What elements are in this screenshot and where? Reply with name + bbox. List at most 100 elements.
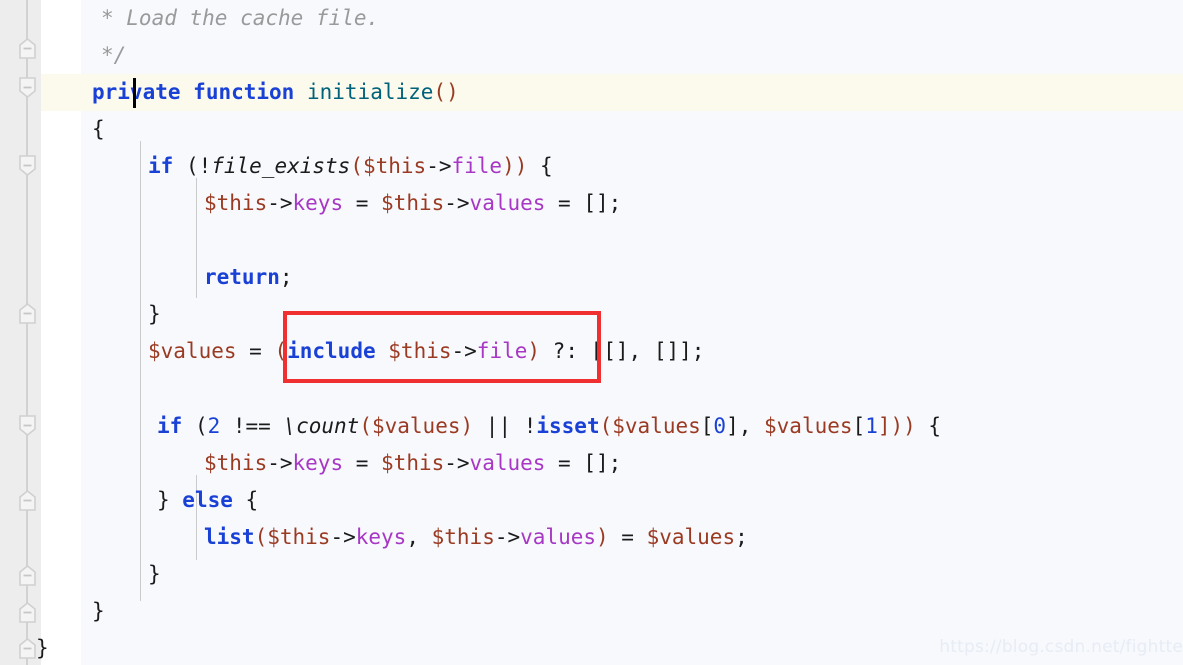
code-line[interactable]: $this->keys = $this->values = []; bbox=[0, 185, 621, 222]
code-token-punct: ], bbox=[726, 414, 765, 438]
code-token-plain: = bbox=[343, 451, 382, 475]
code-token-punct: } bbox=[148, 562, 161, 586]
code-line[interactable]: if (!file_exists($this->file)) { bbox=[0, 148, 553, 185]
code-token-var: $this bbox=[381, 191, 445, 215]
code-token-punct: ?: [[], []]; bbox=[540, 339, 705, 363]
code-token-var: $values bbox=[148, 339, 237, 363]
code-line[interactable]: } bbox=[0, 593, 105, 630]
code-token-plain: -> bbox=[267, 451, 293, 475]
code-token-plain: !== bbox=[220, 414, 284, 438]
code-token-var: $this bbox=[431, 525, 495, 549]
code-token-plain: -> bbox=[267, 191, 293, 215]
code-line[interactable]: } bbox=[0, 630, 49, 665]
code-line[interactable]: $this->keys = $this->values = []; bbox=[0, 445, 621, 482]
code-token-plain: -> bbox=[330, 525, 356, 549]
code-line[interactable]: return; bbox=[0, 259, 293, 296]
code-token-var: $values bbox=[764, 414, 853, 438]
code-editor-screenshot: * Load the cache file. */ private function… bbox=[0, 0, 1183, 665]
code-line[interactable]: } bbox=[0, 556, 161, 593]
code-token-paren: ( bbox=[350, 154, 363, 178]
code-token-var: $values bbox=[612, 414, 701, 438]
code-token-paren: ])) bbox=[877, 414, 916, 438]
code-line[interactable]: $values = (include $this->file) ?: [[], … bbox=[0, 333, 704, 370]
code-line[interactable]: } bbox=[0, 296, 161, 333]
code-token-prop: file bbox=[476, 339, 528, 363]
code-token-punct: } bbox=[92, 599, 105, 623]
code-token-plain: = bbox=[343, 191, 382, 215]
code-token-comment: * Load the cache file. bbox=[101, 6, 380, 30]
code-line[interactable]: */ bbox=[0, 37, 126, 74]
code-token-var: $this bbox=[362, 154, 427, 178]
code-token-paren: ( bbox=[254, 525, 268, 549]
code-token-paren: ) bbox=[527, 339, 541, 363]
watermark-text: https://blog.csdn.net/fightte bbox=[939, 637, 1183, 657]
code-line[interactable]: list($this->keys, $this->values) = $valu… bbox=[0, 519, 748, 556]
code-token-paren: )) bbox=[502, 154, 528, 178]
code-token-keyword: private bbox=[92, 80, 181, 104]
code-line[interactable]: * Load the cache file. bbox=[0, 0, 379, 37]
code-token-keyword: return bbox=[204, 265, 280, 289]
code-token-prop: keys bbox=[355, 525, 407, 549]
code-token-var: $values bbox=[646, 525, 736, 549]
code-token-punct: { bbox=[92, 117, 105, 141]
code-token-plain: -> bbox=[444, 451, 470, 475]
code-token-punct: { bbox=[232, 488, 259, 512]
code-token-punct: ; bbox=[279, 265, 293, 289]
code-token-keyword: else bbox=[182, 488, 233, 512]
code-token-prop: values bbox=[520, 525, 596, 549]
code-token-keyword: isset bbox=[536, 414, 600, 438]
code-token-keyword: if bbox=[148, 154, 174, 178]
code-line[interactable]: { bbox=[0, 111, 105, 148]
code-token-var: $this bbox=[204, 191, 268, 215]
code-token-prop: file bbox=[451, 154, 503, 178]
code-token-punct: } bbox=[157, 488, 183, 512]
code-token-comment: */ bbox=[101, 43, 127, 67]
code-token-plain: (! bbox=[173, 154, 212, 178]
code-line[interactable]: private function initialize() bbox=[0, 74, 459, 111]
code-token-paren: ( bbox=[599, 414, 613, 438]
code-token-punct: { bbox=[527, 154, 553, 178]
code-token-var: $this bbox=[388, 339, 452, 363]
code-token-plain: -> bbox=[451, 339, 477, 363]
code-token-paren: ) bbox=[596, 525, 609, 549]
code-token-plain: -> bbox=[426, 154, 452, 178]
code-token-paren: ( bbox=[359, 414, 372, 438]
code-token-var: $values bbox=[371, 414, 461, 438]
code-token-prop: values bbox=[469, 451, 546, 475]
code-token-plain: ( bbox=[182, 414, 208, 438]
code-token-var: $this bbox=[267, 525, 331, 549]
code-token-keyword: if bbox=[157, 414, 183, 438]
code-token-paren: ( bbox=[274, 339, 288, 363]
code-token-prop: keys bbox=[292, 191, 344, 215]
code-token-num: 1 bbox=[865, 414, 878, 438]
code-token-punct: { bbox=[915, 414, 942, 438]
code-token-num: 2 bbox=[207, 414, 221, 438]
code-line[interactable]: if (2 !== \count($values) || !isset($val… bbox=[0, 408, 941, 445]
code-token-paren: () bbox=[433, 80, 459, 104]
code-token-paren: ) bbox=[460, 414, 474, 438]
code-token-plain: = bbox=[236, 339, 275, 363]
code-token-num: 0 bbox=[713, 414, 727, 438]
text-caret bbox=[133, 78, 136, 108]
code-token-keyword: include bbox=[287, 339, 376, 363]
code-token-punct: , bbox=[406, 525, 432, 549]
code-token-plain: -> bbox=[494, 525, 521, 549]
code-token-punct: } bbox=[148, 302, 161, 326]
code-token-punct: [ bbox=[852, 414, 866, 438]
code-token-method: initialize bbox=[306, 80, 434, 104]
code-token-keyword: list bbox=[204, 525, 255, 549]
code-token-plain: || ! bbox=[473, 414, 537, 438]
code-token-punct: ; bbox=[735, 525, 748, 549]
code-token-punct: = []; bbox=[545, 191, 622, 215]
code-line[interactable]: } else { bbox=[0, 482, 258, 519]
code-token-var: $this bbox=[381, 451, 445, 475]
code-token-punct: [ bbox=[700, 414, 714, 438]
code-token-func: file_exists bbox=[211, 154, 351, 178]
code-token-plain: = bbox=[608, 525, 647, 549]
code-token-punct: = []; bbox=[545, 451, 622, 475]
code-token-keyword: function bbox=[193, 80, 295, 104]
code-token-punct: } bbox=[36, 636, 49, 660]
code-token-plain: -> bbox=[444, 191, 470, 215]
